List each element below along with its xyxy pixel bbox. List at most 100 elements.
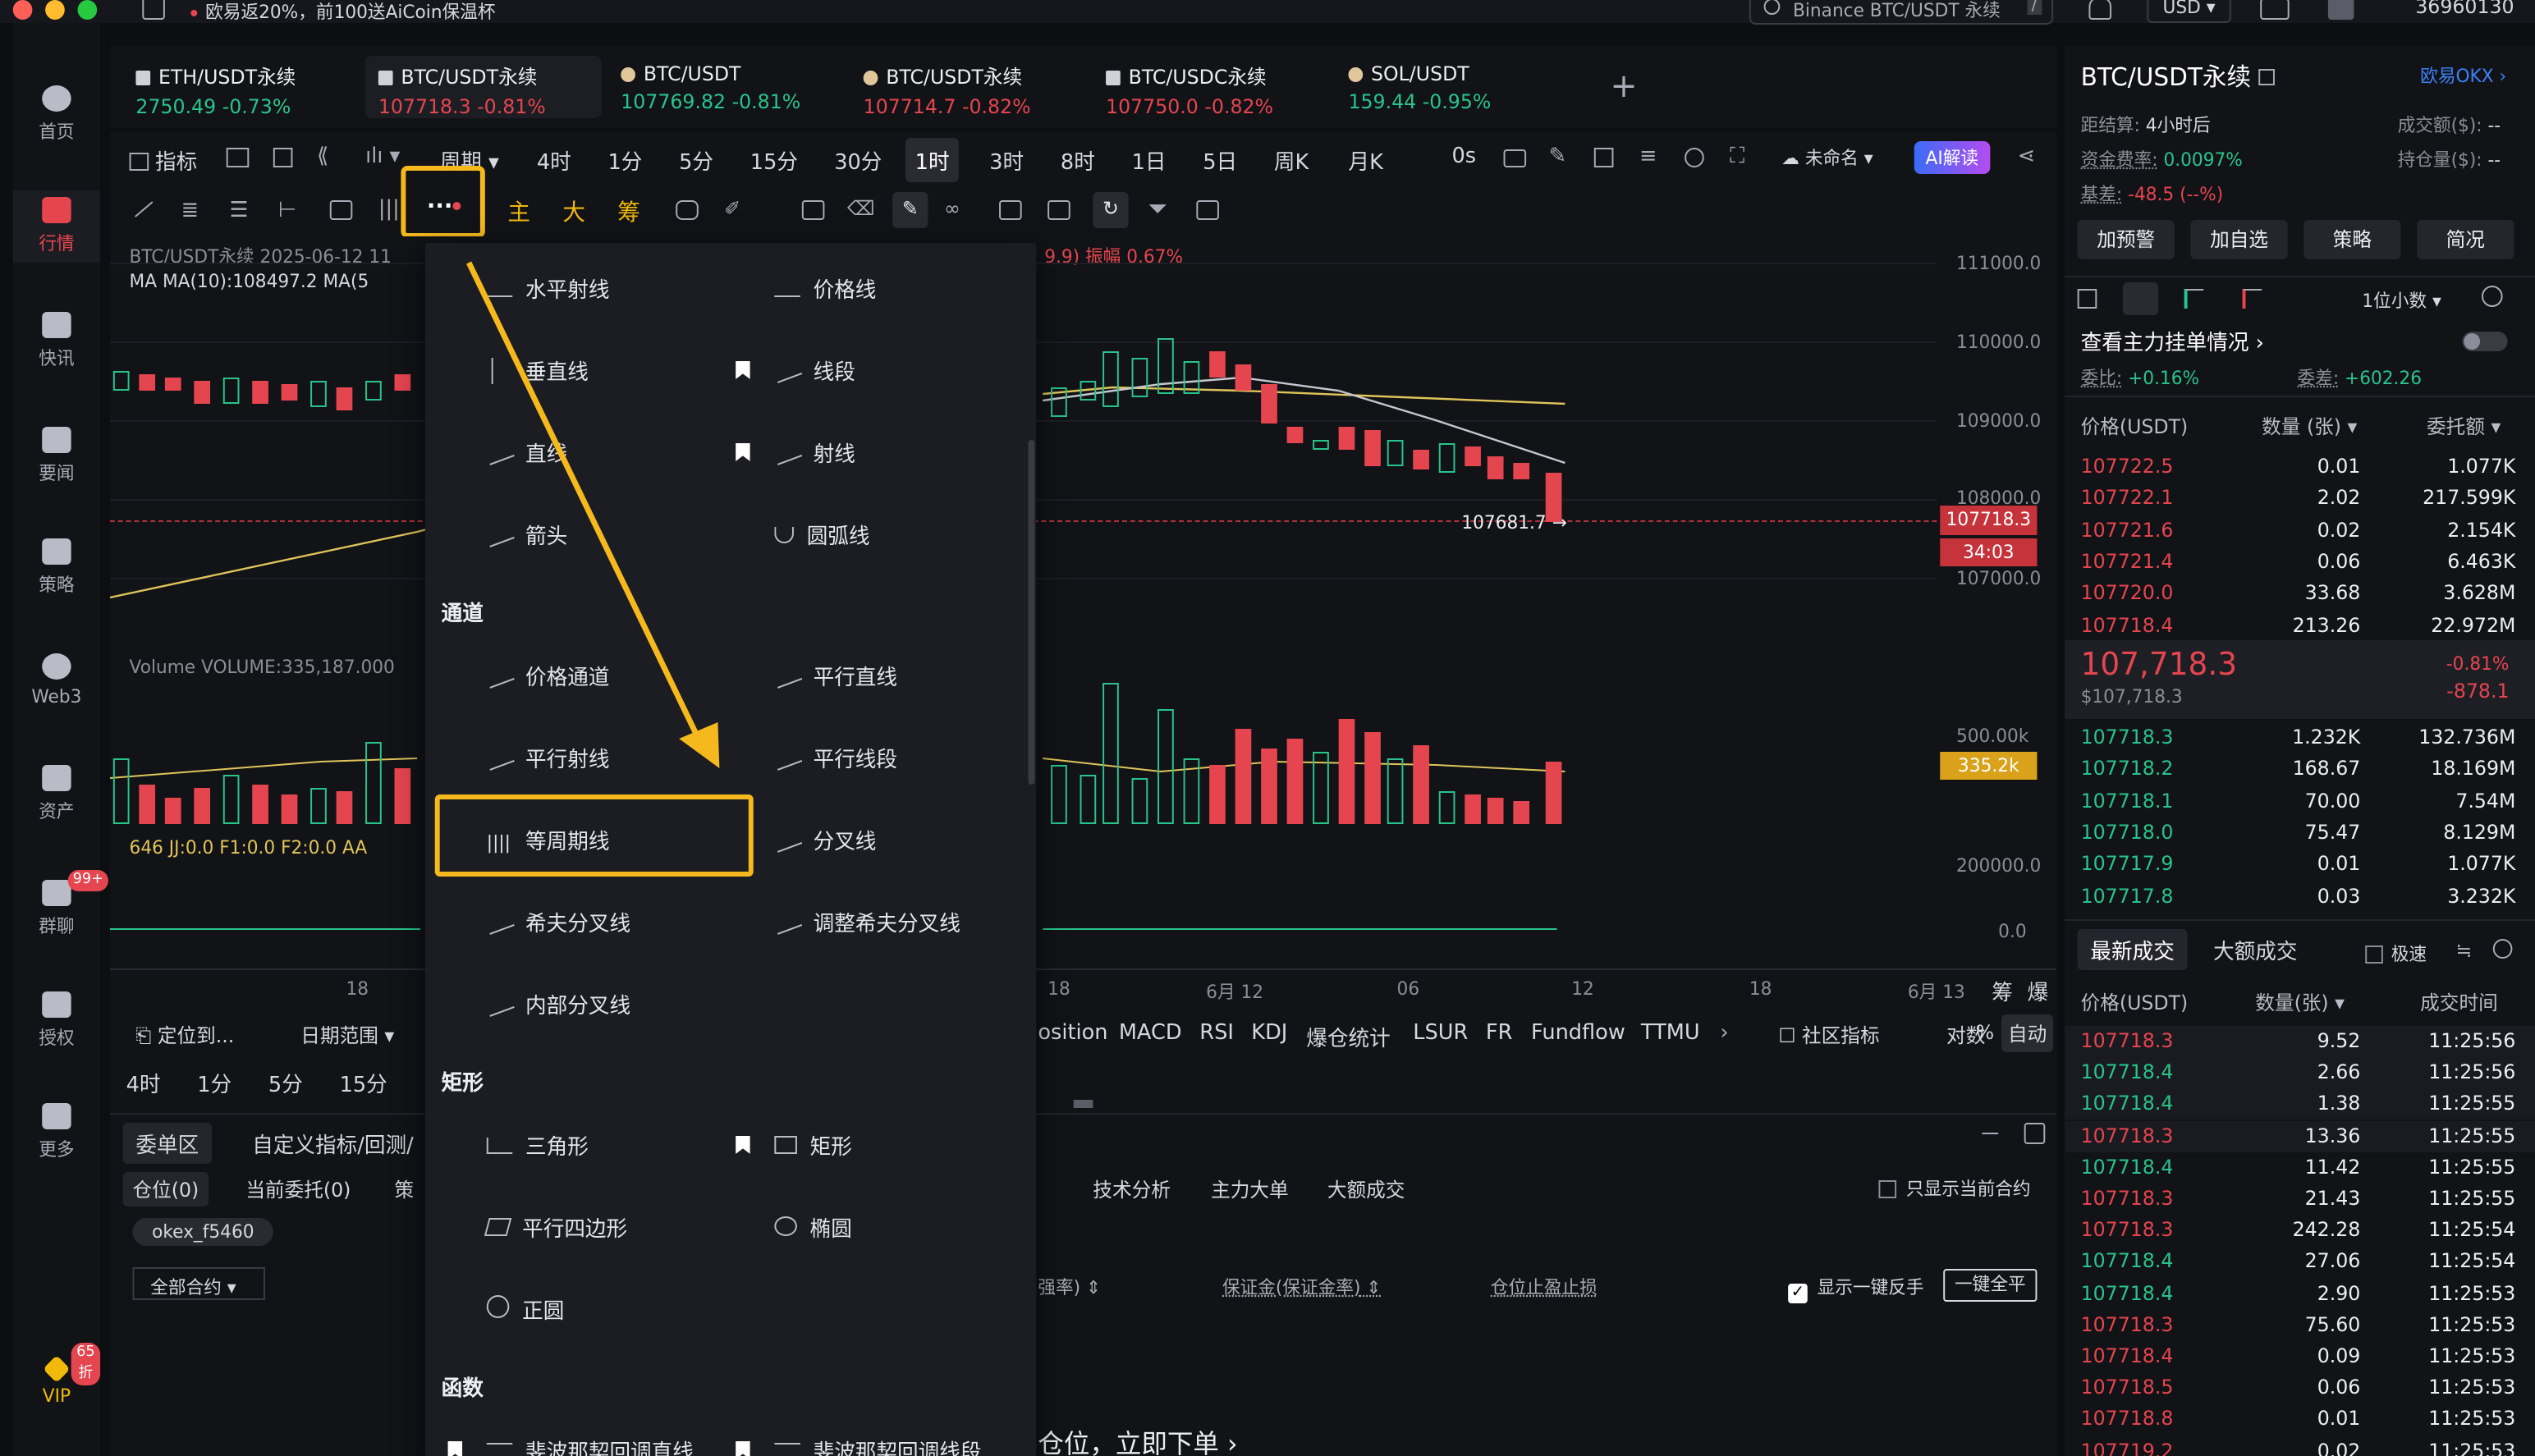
- brush-icon[interactable]: ✐: [724, 197, 740, 220]
- indicator-fundflow[interactable]: Fundflow: [1531, 1021, 1625, 1046]
- tool-modified-schiff-pitchfork[interactable]: 调整希夫分叉线: [772, 906, 960, 937]
- orderbook-row[interactable]: 107720.0 33.68 3.628M: [2065, 578, 2535, 609]
- magnet-draw-icon[interactable]: ✎: [892, 192, 928, 228]
- add-tab-button[interactable]: +: [1611, 66, 1638, 105]
- countdown-toggle[interactable]: 0s: [1452, 144, 1477, 169]
- orderbook-row[interactable]: 107718.3 1.232K 132.736M: [2065, 722, 2535, 753]
- fast-mode-checkbox[interactable]: 极速: [2365, 941, 2427, 967]
- maximize-window-button[interactable]: [77, 0, 98, 20]
- candle-type-icon[interactable]: ılı ▾: [365, 144, 400, 169]
- nav-vip[interactable]: VIP 65折: [13, 1343, 101, 1407]
- sync-icon[interactable]: ↻: [1093, 192, 1129, 228]
- glasses-icon[interactable]: ∞: [944, 197, 960, 220]
- ob-amount-header[interactable]: 委托额 ▾: [2427, 412, 2501, 440]
- layout-name-select[interactable]: ☁ 未命名 ▾: [1781, 144, 1873, 171]
- bottom-interval-5m[interactable]: 5分: [268, 1067, 303, 1098]
- trade-row[interactable]: 107718.4 2.66 11:25:56: [2064, 1057, 2535, 1089]
- trade-row[interactable]: 107718.5 0.06 11:25:53: [2065, 1372, 2535, 1403]
- orderbook-asks-icon[interactable]: [2242, 289, 2262, 309]
- mail-icon[interactable]: [2260, 0, 2290, 20]
- tab-custom-indicator[interactable]: 自定义指标/回测/: [252, 1128, 413, 1159]
- trash-icon[interactable]: [1196, 200, 1219, 220]
- nav-headlines[interactable]: 要闻: [13, 427, 100, 486]
- tool-fib-retracement-line[interactable]: 斐波那契回调直线: [486, 1435, 694, 1456]
- strategy-button[interactable]: 策略: [2304, 220, 2401, 259]
- tab-large-trades[interactable]: 大额成交: [1327, 1175, 1405, 1203]
- nav-strategy[interactable]: 策略: [13, 538, 100, 598]
- tool-rectangle[interactable]: 矩形: [774, 1129, 852, 1161]
- tool-fib-retracement-segment[interactable]: 斐波那契回调线段: [774, 1435, 981, 1456]
- orderbook-row[interactable]: 107722.5 0.01 1.077K: [2065, 451, 2535, 483]
- tab-current-orders[interactable]: 当前委托(0): [245, 1175, 351, 1203]
- indicator-lsur[interactable]: LSUR: [1413, 1021, 1468, 1046]
- tool-circle[interactable]: 正圆: [486, 1293, 564, 1325]
- one-key-reverse-toggle[interactable]: ✓ 显示一键反手: [1788, 1274, 1924, 1303]
- close-all-button[interactable]: 一键全平: [1943, 1269, 2038, 1302]
- tab-btc-usdt-perp-active[interactable]: BTC/USDT永续 107718.3 -0.81%: [365, 56, 602, 118]
- community-indicator-button[interactable]: ☐ 社区指标: [1778, 1021, 1879, 1049]
- indicator-liquidation[interactable]: 爆仓统计: [1306, 1021, 1390, 1052]
- main-orders-link[interactable]: 查看主力挂单情况 ›: [2081, 325, 2264, 356]
- expand-panel-icon[interactable]: [2024, 1123, 2046, 1144]
- nav-flash[interactable]: 快讯: [13, 312, 100, 371]
- minimize-panel-icon[interactable]: [1982, 1133, 1999, 1134]
- copy-icon[interactable]: [801, 200, 825, 220]
- main-force-button[interactable]: 主: [507, 195, 530, 228]
- camera-icon[interactable]: [1503, 149, 1527, 167]
- date-range-select[interactable]: 日期范围 ▾: [300, 1021, 394, 1049]
- currency-select[interactable]: USD ▾: [2147, 0, 2231, 23]
- trend-line-icon[interactable]: [135, 201, 154, 217]
- orderbook-row[interactable]: 107722.1 2.02 217.599K: [2065, 483, 2535, 515]
- main-orders-toggle[interactable]: [2462, 332, 2508, 351]
- trade-row[interactable]: 107718.3 13.36 11:25:55: [2064, 1120, 2535, 1152]
- orderbook-bids-icon[interactable]: [2184, 289, 2204, 309]
- copy-icon[interactable]: [2258, 69, 2276, 85]
- trade-row[interactable]: 107718.3 242.28 11:25:54: [2065, 1215, 2535, 1246]
- pencil-icon[interactable]: ✎: [1549, 144, 1566, 169]
- rate-column-header[interactable]: 强率) ⇕: [1038, 1274, 1101, 1300]
- new-window-icon[interactable]: [142, 0, 165, 20]
- interval-5d[interactable]: 5日: [1203, 144, 1237, 176]
- interval-1m[interactable]: 1分: [607, 144, 642, 176]
- tool-segment[interactable]: 线段: [772, 355, 855, 386]
- list-icon[interactable]: ≡: [1639, 144, 1657, 169]
- auto-scale-toggle[interactable]: 自动: [2001, 1014, 2054, 1052]
- rectangle-icon[interactable]: [329, 200, 353, 220]
- orderbook-row[interactable]: 107717.8 0.03 3.232K: [2065, 881, 2535, 912]
- tab-tech-analysis[interactable]: 技术分析: [1093, 1175, 1171, 1203]
- orderbook-row[interactable]: 107717.9 0.01 1.077K: [2065, 849, 2535, 880]
- tab-btc-usdt[interactable]: BTC/USDT 107769.82 -0.81%: [607, 56, 844, 118]
- minimize-window-button[interactable]: [45, 0, 65, 20]
- margin-column-header[interactable]: 保证金(保证金率) ⇕: [1222, 1274, 1382, 1300]
- layout-icon[interactable]: [273, 148, 293, 167]
- refresh-draw-icon[interactable]: [676, 200, 699, 220]
- ai-interpret-button[interactable]: AI解读: [1914, 141, 1990, 174]
- chip-button[interactable]: 筹: [617, 195, 640, 228]
- tool-parallel-segment[interactable]: 平行线段: [772, 742, 897, 773]
- ob-qty-header[interactable]: 数量 (张) ▾: [2262, 412, 2357, 440]
- bottom-interval-1m[interactable]: 1分: [197, 1067, 231, 1098]
- indicator-kdj[interactable]: KDJ: [1251, 1021, 1287, 1046]
- lock-icon[interactable]: [999, 200, 1022, 220]
- trade-row[interactable]: 107718.3 21.43 11:25:55: [2065, 1184, 2535, 1215]
- nav-home[interactable]: 首页: [13, 85, 100, 144]
- bookmark-icon[interactable]: [736, 1136, 750, 1154]
- nav-assets[interactable]: 资产: [13, 765, 100, 824]
- nav-market[interactable]: 行情: [12, 190, 101, 263]
- trade-row[interactable]: 107719.2 0.02 11:25:53: [2065, 1435, 2535, 1456]
- indicator-ttmu[interactable]: TTMU: [1641, 1021, 1700, 1046]
- only-current-checkbox[interactable]: 只显示当前合约: [1878, 1175, 2031, 1202]
- popup-scrollbar[interactable]: [1028, 440, 1035, 785]
- tab-order-area[interactable]: 委单区: [122, 1123, 213, 1164]
- orderbook-row[interactable]: 107718.2 168.67 18.169M: [2065, 754, 2535, 785]
- trade-row[interactable]: 107718.4 1.38 11:25:55: [2064, 1088, 2535, 1120]
- interval-1h-active[interactable]: 1时: [905, 138, 960, 182]
- interval-week[interactable]: 周K: [1274, 144, 1309, 176]
- chip-toggle[interactable]: 筹: [1992, 975, 2013, 1006]
- horizontal-lines-icon[interactable]: ☰: [230, 199, 249, 223]
- trade-qty-header[interactable]: 数量(张) ▾: [2255, 988, 2345, 1016]
- orderbook-row[interactable]: 107718.4 213.26 22.972M: [2065, 610, 2535, 641]
- exchange-link[interactable]: 欧易OKX ›: [2420, 62, 2506, 89]
- fullscreen-icon[interactable]: ⛶: [1730, 144, 1744, 169]
- orderbook-row[interactable]: 107721.4 0.06 6.463K: [2065, 547, 2535, 578]
